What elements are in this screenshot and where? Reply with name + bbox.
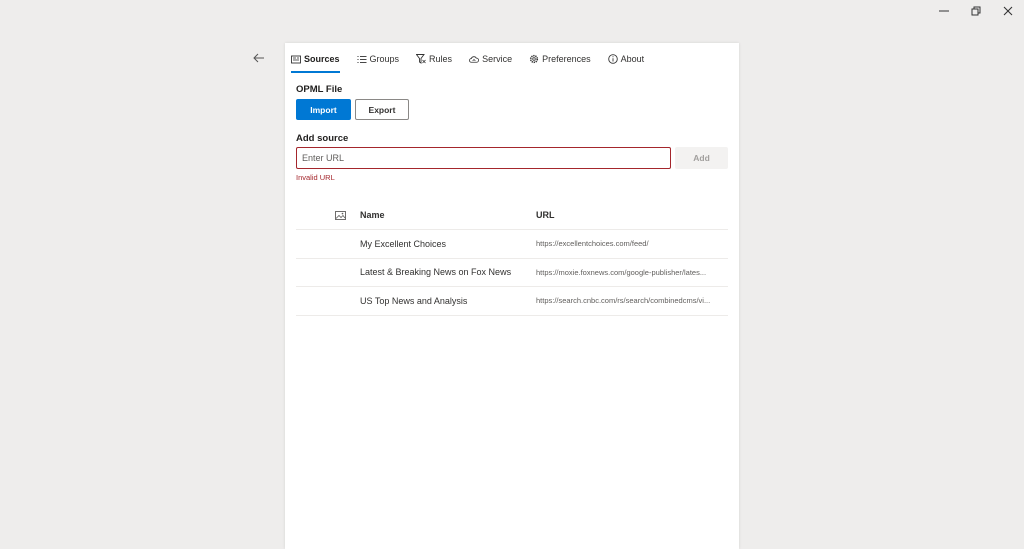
about-icon: [607, 54, 618, 64]
add-button[interactable]: Add: [675, 147, 728, 169]
url-error-message: Invalid URL: [296, 173, 335, 182]
close-button[interactable]: [992, 0, 1024, 22]
name-column-header[interactable]: Name: [360, 210, 536, 220]
url-input[interactable]: [296, 147, 671, 169]
tab-label: About: [620, 54, 645, 64]
window-controls: [928, 0, 1024, 22]
tab-label: Rules: [429, 54, 453, 64]
sources-icon: [291, 54, 301, 64]
tab-rules[interactable]: Rules: [416, 51, 452, 67]
table-header: Name URL: [296, 201, 728, 230]
export-button[interactable]: Export: [355, 99, 409, 120]
tab-about[interactable]: About: [607, 51, 645, 67]
url-column-header[interactable]: URL: [536, 210, 728, 220]
groups-icon: [357, 54, 367, 64]
settings-panel: Sources Groups Rules Service Preferences: [285, 43, 739, 549]
tab-label: Preferences: [542, 54, 591, 64]
tab-sources[interactable]: Sources: [291, 51, 340, 73]
rules-icon: [416, 54, 426, 64]
tab-label: Service: [482, 54, 513, 64]
settings-tabs: Sources Groups Rules Service Preferences: [291, 51, 661, 73]
image-icon: [335, 210, 346, 220]
minimize-button[interactable]: [928, 0, 960, 22]
minimize-icon: [939, 10, 949, 12]
sources-table: Name URL My Excellent Choices https://ex…: [296, 201, 728, 316]
source-name: Latest & Breaking News on Fox News: [360, 267, 512, 278]
close-icon: [1003, 6, 1013, 16]
opml-title: OPML File: [296, 84, 343, 95]
preferences-icon: [529, 54, 539, 64]
tab-label: Sources: [304, 54, 340, 64]
restore-button[interactable]: [960, 0, 992, 22]
icon-column-header: [296, 210, 360, 220]
service-icon: [469, 54, 480, 64]
table-row[interactable]: US Top News and Analysis https://search.…: [296, 287, 728, 316]
tab-preferences[interactable]: Preferences: [529, 51, 591, 67]
tab-groups[interactable]: Groups: [357, 51, 400, 67]
restore-icon: [971, 6, 981, 16]
import-button[interactable]: Import: [296, 99, 351, 120]
source-name: US Top News and Analysis: [360, 295, 468, 306]
table-row[interactable]: My Excellent Choices https://excellentch…: [296, 230, 728, 259]
tab-label: Groups: [369, 54, 400, 64]
table-row[interactable]: Latest & Breaking News on Fox News https…: [296, 259, 728, 287]
source-name: My Excellent Choices: [360, 238, 447, 249]
source-url: https://excellentchoices.com/feed/: [536, 239, 649, 249]
source-url: https://search.cnbc.com/rs/search/combin…: [536, 296, 711, 306]
back-button[interactable]: [250, 49, 268, 67]
source-url: https://moxie.foxnews.com/google-publish…: [536, 267, 707, 277]
tab-service[interactable]: Service: [469, 51, 512, 67]
back-arrow-icon: [253, 53, 264, 63]
add-source-title: Add source: [296, 133, 349, 144]
